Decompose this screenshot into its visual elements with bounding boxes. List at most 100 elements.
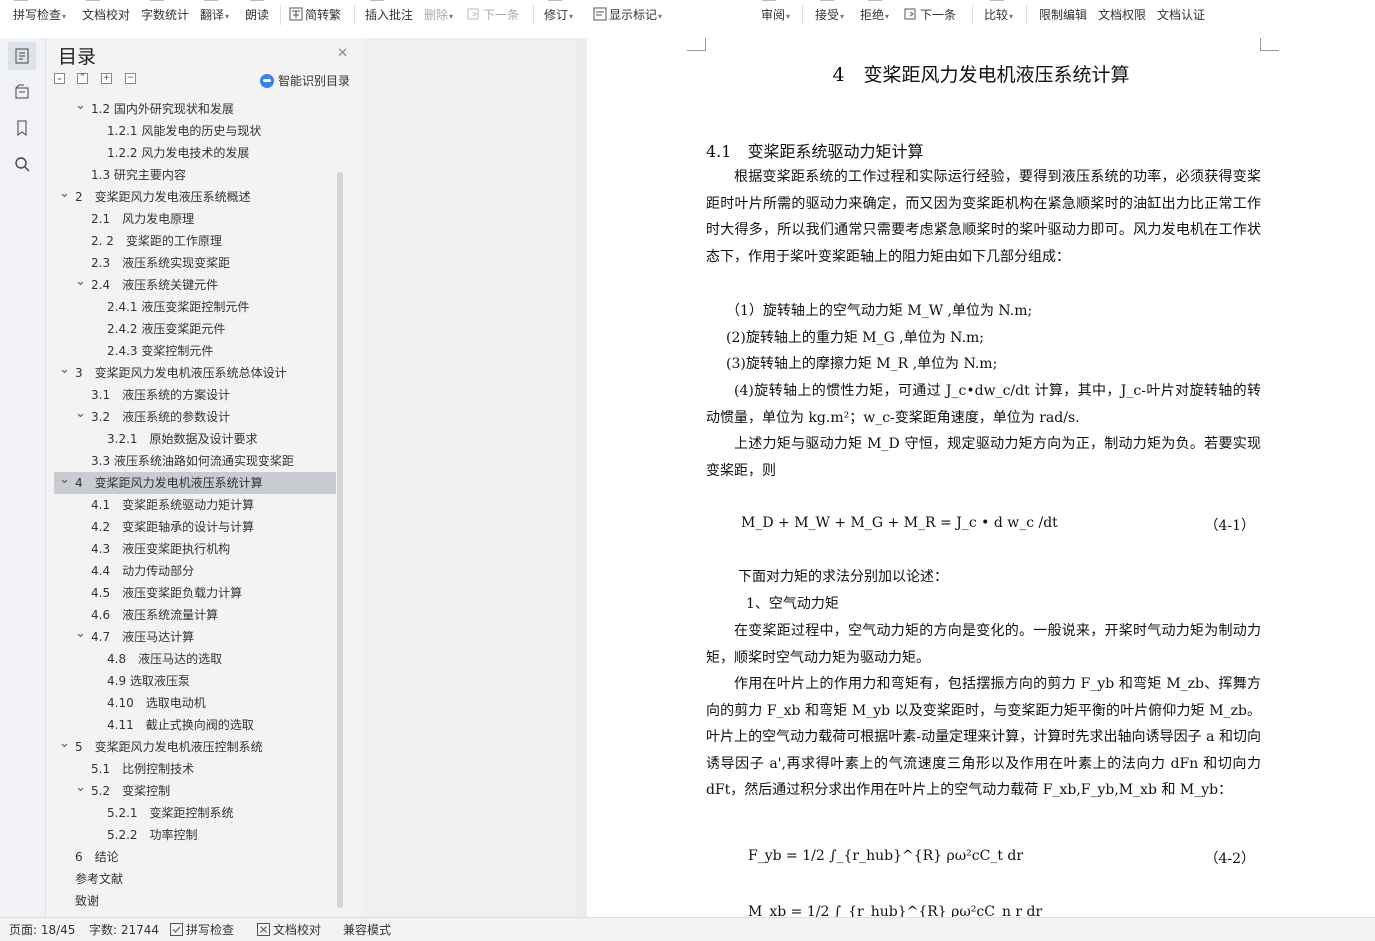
- page-corner-mark: [1260, 38, 1279, 51]
- navigation-icon: [15, 84, 29, 99]
- paragraph: 作用在叶片上的作用力和弯矩有，包括摆振方向的剪力 F_yb 和弯矩 M_zb、挥…: [706, 676, 1261, 799]
- chevron-down-icon[interactable]: ⌄: [59, 359, 70, 381]
- toc-item-label: 2.4.2 液压变桨距元件: [107, 322, 226, 336]
- translate-button[interactable]: 翻译▾: [200, 7, 229, 25]
- search-icon: [15, 157, 30, 172]
- insert-comment-button[interactable]: 插入批注: [365, 7, 413, 23]
- document-certification-button[interactable]: 文档认证: [1157, 7, 1205, 23]
- panel-scrollbar[interactable]: [337, 172, 343, 908]
- panel-title: 目录: [58, 46, 97, 68]
- ribbon-divider: [1026, 5, 1027, 25]
- section-title: 4.1 变桨距系统驱动力矩计算: [706, 142, 924, 161]
- toc-item-label: 4 变桨距风力发电机液压系统计算: [75, 476, 263, 490]
- toc-panel-button[interactable]: [8, 42, 36, 70]
- chevron-down-icon[interactable]: ⌄: [59, 733, 70, 755]
- review-ribbon: 拼写检查▾ 文档校对 字数统计 翻译▾ 朗读 简转繁 插入批注 删除▾ 下一条 …: [0, 0, 1375, 39]
- list-item: (3)旋转轴上的摩擦力矩 M_R ,单位为 N.m;: [726, 356, 998, 372]
- toc-item-label: 2.4 液压系统关键元件: [91, 278, 219, 292]
- compare-button[interactable]: 比较▾: [984, 7, 1013, 25]
- toc-item-label: 4.11 截止式换向阀的选取: [107, 718, 254, 732]
- spell-check-status[interactable]: 拼写检查: [170, 922, 234, 938]
- show-markup-button[interactable]: 显示标记▾: [593, 7, 662, 25]
- toc-item-label: 4.7 液压马达计算: [91, 630, 195, 644]
- toc-item-label: 5.2.1 变桨距控制系统: [107, 806, 234, 820]
- proofread-status[interactable]: 文档校对: [257, 922, 321, 938]
- toc-item-label: 致谢: [75, 894, 100, 908]
- track-changes-button[interactable]: 修订▾: [544, 7, 573, 25]
- ribbon-icon-stub: [762, 0, 776, 4]
- toc-item-label: 1.3 研究主要内容: [91, 168, 186, 182]
- toc-item-label: 5.1 比例控制技术: [91, 762, 195, 776]
- ribbon-icon-stub: [150, 0, 164, 4]
- review-button[interactable]: 审阅▾: [761, 7, 790, 25]
- document-scrollbar[interactable]: [576, 38, 586, 917]
- smart-toc-button[interactable]: 智能识别目录: [260, 72, 350, 89]
- toc-item-label: 3.1 液压系统的方案设计: [91, 388, 231, 402]
- next-comment-icon: [467, 8, 479, 20]
- read-aloud-button[interactable]: 朗读: [245, 7, 269, 23]
- word-count[interactable]: 字数: 21744: [89, 922, 159, 938]
- toc-item-label: 3.3 液压系统油路如何流通实现变桨距: [91, 454, 294, 468]
- page-indicator[interactable]: 页面: 18/45: [9, 922, 75, 938]
- toc-item-label: 3.2 液压系统的参数设计: [91, 410, 231, 424]
- chevron-down-icon[interactable]: ⌄: [75, 271, 86, 293]
- reject-button[interactable]: 拒绝▾: [860, 7, 889, 25]
- simplified-to-traditional-button[interactable]: 简转繁: [289, 7, 341, 23]
- compatibility-mode: 兼容模式: [343, 923, 392, 937]
- page-corner-mark: [687, 38, 706, 51]
- ribbon-icon-stub: [548, 0, 562, 4]
- toc-item-label: 4.3 液压变桨距执行机构: [91, 542, 231, 556]
- document-page[interactable]: 4 变桨距风力发电机液压系统计算 4.1 变桨距系统驱动力矩计算 根据变桨距系统…: [587, 38, 1375, 917]
- next-comment-button[interactable]: 下一条: [467, 7, 519, 23]
- spell-check-button[interactable]: 拼写检查▾: [13, 7, 66, 25]
- toc-item-label: 4.4 动力传动部分: [91, 564, 195, 578]
- equation: M_xb = 1/2 ∫_{r_hub}^{R} ρω²cC_n r dr: [748, 904, 1043, 917]
- status-bar: 页面: 18/45 字数: 21744 拼写检查 文档校对 兼容模式: [0, 917, 1375, 941]
- search-panel-button[interactable]: [8, 150, 36, 178]
- toc-item-label: 2 变桨距风力发电液压系统概述: [75, 190, 251, 204]
- remove-heading-icon[interactable]: −: [125, 73, 136, 84]
- word-count-button[interactable]: 字数统计: [141, 7, 189, 23]
- collapse-all-icon[interactable]: ⌄: [54, 73, 65, 84]
- delete-comment-button[interactable]: 删除▾: [424, 7, 453, 25]
- ribbon-divider: [280, 5, 281, 25]
- pane-gutter: [362, 38, 576, 917]
- navigation-panel-button[interactable]: [8, 78, 36, 106]
- add-heading-icon[interactable]: +: [101, 73, 112, 84]
- chevron-down-icon[interactable]: ⌄: [59, 469, 70, 491]
- restrict-editing-button[interactable]: 限制编辑: [1039, 7, 1087, 23]
- toc-item-label: 4.5 液压变桨距负载力计算: [91, 586, 243, 600]
- ribbon-divider: [972, 5, 973, 25]
- ribbon-divider: [533, 5, 534, 25]
- chevron-down-icon[interactable]: ⌄: [59, 183, 70, 205]
- chevron-down-icon[interactable]: ⌄: [75, 777, 86, 799]
- checkbox-check-icon: [170, 923, 183, 936]
- proofread-button[interactable]: 文档校对: [82, 7, 130, 23]
- toc-item-label: 参考文献: [75, 872, 124, 886]
- document-permission-button[interactable]: 文档权限: [1098, 7, 1146, 23]
- expand-all-icon[interactable]: ⌃: [77, 73, 88, 84]
- toc-item-label: 2.4.1 液压变桨距控制元件: [107, 300, 250, 314]
- smart-ai-icon: [260, 74, 274, 88]
- side-icon-strip: [0, 38, 46, 917]
- toc-list: ⌄ 1.2 国内外研究现状和发展 1.2.1 风能发电的历史与现状 1.2.2 风力发…: [54, 98, 356, 912]
- chevron-down-icon: ▾: [62, 12, 67, 21]
- toc-item-label: 6 结论: [75, 850, 119, 864]
- chevron-down-icon[interactable]: ⌄: [75, 403, 86, 425]
- chevron-down-icon: ▾: [658, 12, 663, 21]
- chevron-down-icon[interactable]: ⌄: [75, 95, 86, 117]
- accept-button[interactable]: 接受▾: [815, 7, 844, 25]
- ribbon-icon-stub: [204, 0, 218, 4]
- chevron-down-icon: ▾: [786, 12, 791, 21]
- toc-item[interactable]: ⌄ 4 变桨距风力发电机液压系统计算: [54, 472, 336, 494]
- toc-item-label: 2.1 风力发电原理: [91, 212, 195, 226]
- close-icon[interactable]: ✕: [337, 46, 348, 61]
- bookmark-panel-button[interactable]: [8, 114, 36, 142]
- ribbon-divider: [802, 5, 803, 25]
- chevron-down-icon[interactable]: ⌄: [75, 623, 86, 645]
- toc-item-label: 1.2.2 风力发电技术的发展: [107, 146, 250, 160]
- toc-item-label: 2. 2 变桨距的工作原理: [91, 234, 222, 248]
- next-revision-button[interactable]: 下一条: [904, 7, 956, 23]
- ribbon-icon-stub: [990, 0, 1004, 4]
- paragraph: 根据变桨距系统的工作过程和实际运行经验，要得到液压系统的功率，必须获得变桨距时叶…: [706, 169, 1261, 265]
